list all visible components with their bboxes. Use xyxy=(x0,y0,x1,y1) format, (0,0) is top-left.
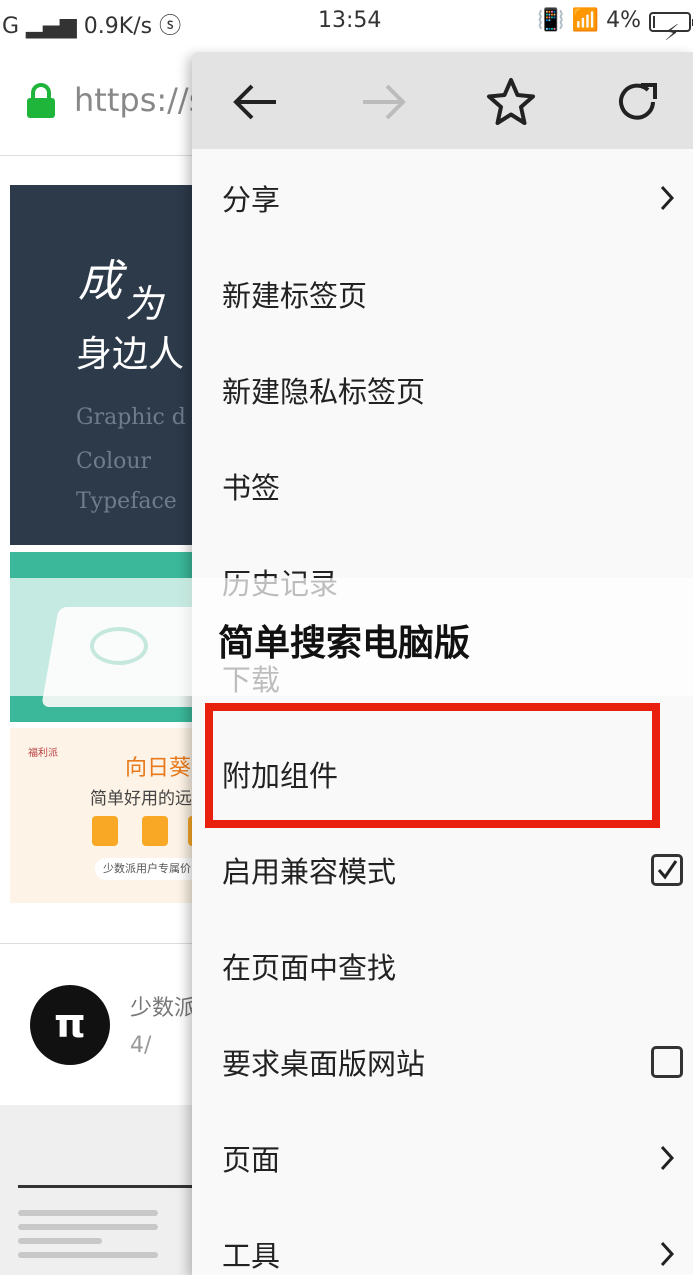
divider xyxy=(18,1185,198,1188)
banner-subtitle: 简单好用的远 xyxy=(90,789,192,809)
reload-button[interactable] xyxy=(608,74,668,130)
lock-icon xyxy=(27,83,55,118)
status-bar: G ▂▄▆ 0.9K/s ⓢ 13:54 📳 📶 4% ⚡ xyxy=(0,0,693,46)
battery-level xyxy=(653,16,655,28)
menu-item-new-tab[interactable]: 新建标签页 xyxy=(192,246,693,342)
menu-item-bookmarks[interactable]: 书签 xyxy=(192,438,693,534)
thumbnail-text: 成 xyxy=(78,256,122,307)
clock: 13:54 xyxy=(318,8,382,33)
menu-item-request-desktop[interactable]: 要求桌面版网站 xyxy=(192,1014,693,1110)
forward-arrow-icon xyxy=(363,84,406,120)
system-indicators: 📳 📶 4% xyxy=(537,8,641,33)
menu-item-compat-mode[interactable]: 启用兼容模式 xyxy=(192,822,693,918)
compat-mode-checkbox[interactable] xyxy=(651,854,683,886)
app-tile-icon xyxy=(92,816,118,846)
ad-banner[interactable]: 福利派 向日葵 简单好用的远 少数派用户专属价 98 xyxy=(10,728,210,903)
menu-item-label: 页面 xyxy=(222,1143,281,1177)
url-text[interactable]: https://s xyxy=(74,81,205,119)
star-icon xyxy=(487,78,535,125)
menu-item-page[interactable]: 页面 xyxy=(192,1110,693,1206)
watermark-title: 简单搜索电脑版 xyxy=(218,623,471,664)
text-placeholder xyxy=(18,1210,158,1266)
highlight-annotation xyxy=(205,703,660,828)
back-arrow-icon xyxy=(233,84,276,120)
menu-nav-bar xyxy=(192,52,693,149)
thumbnail-text: Typeface xyxy=(76,489,177,514)
feed-author[interactable]: 少数派 xyxy=(130,990,196,1022)
menu-item-tools[interactable]: 工具 xyxy=(192,1206,693,1275)
menu-item-label: 在页面中查找 xyxy=(222,951,397,985)
thumbnail-text: Graphic d xyxy=(76,405,186,430)
reload-icon xyxy=(619,83,657,120)
menu-item-find-in-page[interactable]: 在页面中查找 xyxy=(192,918,693,1014)
thumbnail-text: 身边人 xyxy=(76,334,185,375)
article-thumbnail[interactable]: 成 为 身边人 Graphic d Colour Typeface xyxy=(10,185,210,545)
battery-icon: ⚡ xyxy=(649,12,693,46)
menu-item-share[interactable]: 分享 xyxy=(192,150,693,246)
android-icon xyxy=(142,816,168,846)
menu-item-label: 新建标签页 xyxy=(222,279,368,313)
chevron-right-icon xyxy=(660,1145,675,1171)
menu-item-label: 书签 xyxy=(222,471,281,505)
menu-item-label: 要求桌面版网站 xyxy=(222,1047,426,1081)
menu-item-label: 工具 xyxy=(222,1239,281,1273)
menu-item-label: 新建隐私标签页 xyxy=(222,375,426,409)
forward-button[interactable] xyxy=(354,74,414,130)
chevron-right-icon xyxy=(660,1241,675,1267)
back-button[interactable] xyxy=(225,74,285,130)
menu-item-new-private-tab[interactable]: 新建隐私标签页 xyxy=(192,342,693,438)
chevron-right-icon xyxy=(660,185,675,211)
network-status: G ▂▄▆ 0.9K/s ⓢ xyxy=(2,14,182,39)
banner-title: 向日葵 xyxy=(125,756,192,781)
repost-count: 4/ xyxy=(130,1033,152,1058)
menu-item-label: 启用兼容模式 xyxy=(222,855,397,889)
menu-item-label: 分享 xyxy=(222,183,281,217)
brand-label: 福利派 xyxy=(28,748,58,759)
avatar[interactable]: π xyxy=(30,985,110,1065)
checkmark-icon xyxy=(657,860,678,880)
thumbnail-text: 为 xyxy=(125,282,164,326)
bookmark-button[interactable] xyxy=(481,74,541,130)
charging-icon: ⚡ xyxy=(664,21,680,46)
request-desktop-checkbox[interactable] xyxy=(651,1046,683,1078)
thumbnail-text: Colour xyxy=(76,449,152,474)
